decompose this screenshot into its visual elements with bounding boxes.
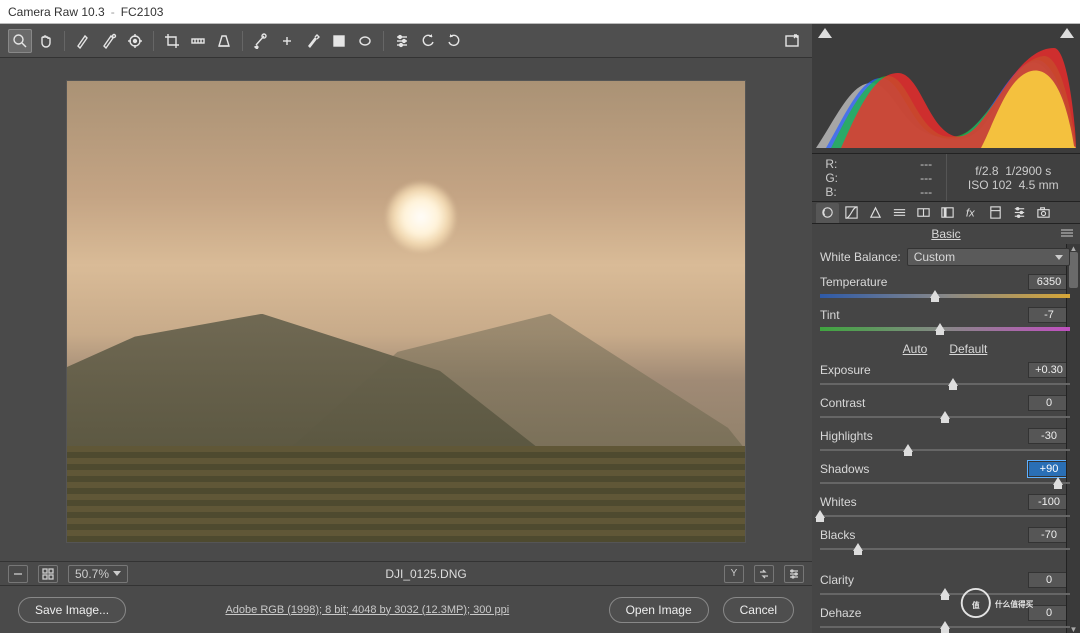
clarity-label: Clarity bbox=[820, 573, 854, 587]
top-toolbar bbox=[0, 24, 812, 58]
blacks-label: Blacks bbox=[820, 528, 855, 542]
tab-lens[interactable] bbox=[936, 203, 959, 223]
zoom-tool[interactable] bbox=[8, 29, 32, 53]
panel-scrollbar[interactable]: ▲ ▼ bbox=[1066, 244, 1080, 633]
panel-tab-strip: fx bbox=[812, 202, 1080, 224]
scroll-up-icon[interactable]: ▲ bbox=[1069, 244, 1078, 252]
contrast-slider[interactable] bbox=[820, 412, 1070, 422]
app-title: Camera Raw 10.3 bbox=[8, 5, 105, 19]
preview-area[interactable] bbox=[0, 58, 812, 561]
svg-text:fx: fx bbox=[966, 207, 975, 219]
radial-filter-tool[interactable] bbox=[353, 29, 377, 53]
image-info-bar: 50.7% DJI_0125.DNG Y bbox=[0, 561, 812, 585]
open-image-button[interactable]: Open Image bbox=[609, 597, 709, 623]
spot-removal-tool[interactable] bbox=[249, 29, 273, 53]
white-balance-label: White Balance: bbox=[820, 250, 901, 264]
hand-tool[interactable] bbox=[34, 29, 58, 53]
dehaze-label: Dehaze bbox=[820, 606, 861, 620]
default-link[interactable]: Default bbox=[949, 342, 987, 356]
dehaze-value[interactable]: 0 bbox=[1028, 605, 1070, 621]
highlights-slider[interactable] bbox=[820, 445, 1070, 455]
tab-calibration[interactable] bbox=[984, 203, 1007, 223]
tab-hsl[interactable] bbox=[888, 203, 911, 223]
white-balance-select[interactable]: Custom bbox=[907, 248, 1070, 266]
straighten-tool[interactable] bbox=[186, 29, 210, 53]
preferences-tool[interactable] bbox=[390, 29, 414, 53]
shadows-value[interactable]: +90 bbox=[1028, 461, 1070, 477]
filmstrip-grid-icon[interactable] bbox=[38, 565, 58, 583]
title-bar: Camera Raw 10.3 - FC2103 bbox=[0, 0, 1080, 24]
scroll-down-icon[interactable]: ▼ bbox=[1069, 625, 1078, 633]
highlights-label: Highlights bbox=[820, 429, 873, 443]
adjustment-brush-tool[interactable] bbox=[301, 29, 325, 53]
tab-presets[interactable] bbox=[1008, 203, 1031, 223]
tab-snapshots[interactable] bbox=[1032, 203, 1055, 223]
before-after-swap-icon[interactable] bbox=[754, 565, 774, 583]
tint-label: Tint bbox=[820, 308, 840, 322]
contrast-label: Contrast bbox=[820, 396, 865, 410]
scroll-thumb[interactable] bbox=[1069, 252, 1078, 288]
panel-menu-icon[interactable] bbox=[1060, 228, 1074, 238]
workflow-options-link[interactable]: Adobe RGB (1998); 8 bit; 4048 by 3032 (1… bbox=[140, 604, 595, 616]
fullscreen-toggle[interactable] bbox=[780, 29, 804, 53]
graduated-filter-tool[interactable] bbox=[327, 29, 351, 53]
rotate-ccw-tool[interactable] bbox=[416, 29, 440, 53]
exif-readout: R:--- G:--- B:--- f/2.8 1/2900 s ISO 102… bbox=[812, 154, 1080, 202]
temperature-label: Temperature bbox=[820, 275, 887, 289]
target-adjustment-tool[interactable] bbox=[123, 29, 147, 53]
tab-effects[interactable]: fx bbox=[960, 203, 983, 223]
shadows-slider[interactable] bbox=[820, 478, 1070, 488]
tab-tone-curve[interactable] bbox=[840, 203, 863, 223]
preview-image[interactable] bbox=[66, 80, 746, 543]
before-after-y-icon[interactable]: Y bbox=[724, 565, 744, 583]
shadows-label: Shadows bbox=[820, 462, 869, 476]
blacks-value[interactable]: -70 bbox=[1028, 527, 1070, 543]
document-title: FC2103 bbox=[121, 5, 164, 19]
clarity-value[interactable]: 0 bbox=[1028, 572, 1070, 588]
histogram[interactable] bbox=[812, 24, 1080, 154]
blacks-slider[interactable] bbox=[820, 544, 1070, 554]
whites-value[interactable]: -100 bbox=[1028, 494, 1070, 510]
whites-slider[interactable] bbox=[820, 511, 1070, 521]
exposure-slider[interactable] bbox=[820, 379, 1070, 389]
view-settings-icon[interactable] bbox=[784, 565, 804, 583]
crop-tool[interactable] bbox=[160, 29, 184, 53]
cancel-button[interactable]: Cancel bbox=[723, 597, 794, 623]
tab-basic[interactable] bbox=[816, 203, 839, 223]
title-separator: - bbox=[105, 5, 121, 19]
dehaze-slider[interactable] bbox=[820, 622, 1070, 632]
exposure-label: Exposure bbox=[820, 363, 871, 377]
tint-value[interactable]: -7 bbox=[1028, 307, 1070, 323]
highlights-value[interactable]: -30 bbox=[1028, 428, 1070, 444]
tab-split-toning[interactable] bbox=[912, 203, 935, 223]
temperature-value[interactable]: 6350 bbox=[1028, 274, 1070, 290]
camera-exif: f/2.8 1/2900 s ISO 102 4.5 mm bbox=[947, 154, 1080, 201]
temperature-slider[interactable] bbox=[820, 291, 1070, 301]
tint-slider[interactable] bbox=[820, 324, 1070, 334]
panel-title: Basic bbox=[812, 224, 1080, 244]
color-sampler-tool[interactable] bbox=[97, 29, 121, 53]
contrast-value[interactable]: 0 bbox=[1028, 395, 1070, 411]
exposure-value[interactable]: +0.30 bbox=[1028, 362, 1070, 378]
filmstrip-toggle-icon[interactable] bbox=[8, 565, 28, 583]
auto-link[interactable]: Auto bbox=[903, 342, 928, 356]
red-eye-tool[interactable] bbox=[275, 29, 299, 53]
basic-panel: ▲ ▼ White Balance: Custom Temperature 63… bbox=[812, 244, 1080, 633]
image-filename: DJI_0125.DNG bbox=[138, 567, 714, 581]
transform-tool[interactable] bbox=[212, 29, 236, 53]
rotate-cw-tool[interactable] bbox=[442, 29, 466, 53]
zoom-level-select[interactable]: 50.7% bbox=[68, 565, 128, 583]
tab-detail[interactable] bbox=[864, 203, 887, 223]
whites-label: Whites bbox=[820, 495, 857, 509]
white-balance-tool[interactable] bbox=[71, 29, 95, 53]
bottom-action-bar: Save Image... Adobe RGB (1998); 8 bit; 4… bbox=[0, 585, 812, 633]
rgb-readout: R:--- G:--- B:--- bbox=[812, 154, 946, 201]
clarity-slider[interactable] bbox=[820, 589, 1070, 599]
save-image-button[interactable]: Save Image... bbox=[18, 597, 126, 623]
